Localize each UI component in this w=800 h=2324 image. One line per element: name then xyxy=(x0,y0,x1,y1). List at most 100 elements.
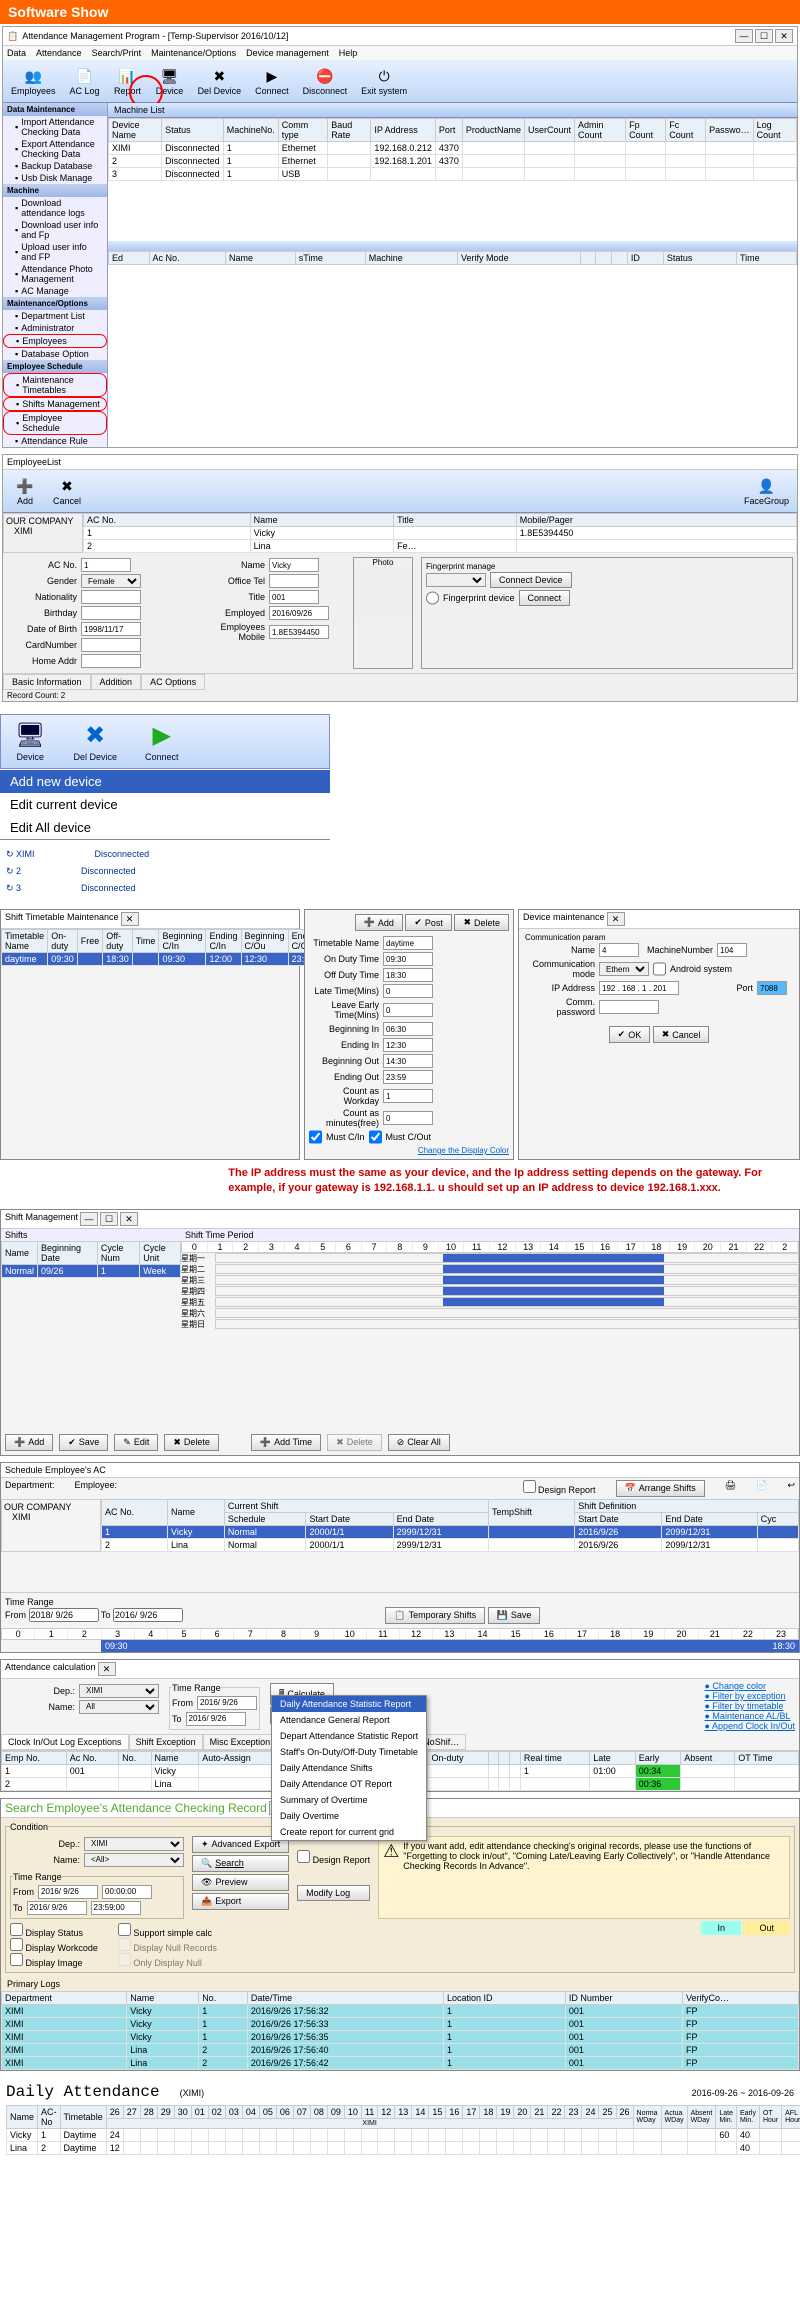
minute-input[interactable] xyxy=(383,1111,433,1125)
calc-dep-select[interactable]: XIMI xyxy=(79,1684,159,1698)
print-icon[interactable]: 🖨 xyxy=(725,1480,736,1497)
sm-deltime-button[interactable]: ✖ Delete xyxy=(327,1434,382,1451)
temp-shifts-button[interactable]: 📋 Temporary Shifts xyxy=(385,1607,485,1624)
sched-company[interactable]: OUR COMPANY xyxy=(4,1502,98,1512)
sm-clearall-button[interactable]: ⊘ Clear All xyxy=(388,1434,450,1451)
nationality-input[interactable] xyxy=(81,590,141,604)
sideitem-attendance-rule[interactable]: ▪Attendance Rule xyxy=(3,435,107,447)
change-color-link[interactable]: Change the Display Color xyxy=(418,1146,509,1155)
begout-input[interactable] xyxy=(383,1054,433,1068)
report-menu-item[interactable]: Summary of Overtime xyxy=(272,1792,426,1808)
homeaddr-input[interactable] xyxy=(81,654,141,668)
search-row[interactable]: XIMILina22016/9/26 17:56:421001FP xyxy=(2,2056,799,2069)
title-input[interactable] xyxy=(269,590,319,604)
employed-input[interactable] xyxy=(269,606,329,620)
sideitem-download-attendance-logs[interactable]: ▪Download attendance logs xyxy=(3,197,107,219)
tb-exit-system[interactable]: ⏻Exit system xyxy=(355,64,413,98)
machnum-input[interactable] xyxy=(717,943,747,957)
sideitem-maintenance-timetables[interactable]: ▪Maintenance Timetables xyxy=(3,373,107,397)
search-dep-select[interactable]: XIMI xyxy=(84,1837,184,1851)
mlcol[interactable]: Status xyxy=(162,119,224,142)
design-report-checkbox[interactable] xyxy=(523,1480,536,1493)
simple-calc-checkbox[interactable] xyxy=(118,1923,131,1936)
tb-employees[interactable]: 👥Employees xyxy=(5,64,62,98)
menu-edit-current-device[interactable]: Edit current device xyxy=(0,793,330,816)
sideitem-employees[interactable]: ▪Employees xyxy=(3,334,107,348)
search-row[interactable]: XIMIVicky12016/9/26 17:56:321001FP xyxy=(2,2004,799,2017)
calc-tab[interactable]: Clock In/Out Log Exceptions xyxy=(1,1734,129,1750)
sched-companysub[interactable]: XIMI xyxy=(4,1512,98,1522)
search-from-date[interactable] xyxy=(38,1885,98,1899)
android-checkbox[interactable] xyxy=(653,962,666,976)
empmob-input[interactable] xyxy=(269,625,329,639)
sched-save-button[interactable]: 💾 Save xyxy=(488,1607,541,1624)
shift-post-button[interactable]: ✔Post xyxy=(405,914,452,931)
menu-help[interactable]: Help xyxy=(339,48,358,58)
right-link[interactable]: ● Filter by timetable xyxy=(705,1701,784,1711)
officetel-input[interactable] xyxy=(269,574,319,588)
right-link[interactable]: ● Maintenance AL/BL xyxy=(705,1711,791,1721)
search-to-date[interactable] xyxy=(27,1901,87,1915)
sm-save-button[interactable]: ✔ Save xyxy=(59,1434,108,1451)
connect-bigbutton[interactable]: ▶Connect xyxy=(131,715,193,768)
report-menu-item[interactable]: Daily Attendance OT Report xyxy=(272,1776,426,1792)
tb-connect[interactable]: ▶Connect xyxy=(249,64,295,98)
connect-device-button[interactable]: Connect Device xyxy=(490,572,572,588)
mlcol[interactable]: Log Count xyxy=(753,119,796,142)
mlcol[interactable]: IP Address xyxy=(371,119,436,142)
design-report-checkbox2[interactable] xyxy=(297,1850,310,1863)
mlcol[interactable]: Comm type xyxy=(278,119,327,142)
sm-row[interactable]: Normal09/261Week xyxy=(2,1264,181,1277)
sm-edit-button[interactable]: ✎ Edit xyxy=(114,1434,158,1451)
facegroup-button[interactable]: 👤FaceGroup xyxy=(738,474,795,508)
report-menu-item[interactable]: Create report for current grid xyxy=(272,1824,426,1840)
export-button[interactable]: 📤 Export xyxy=(192,1893,289,1910)
workday-input[interactable] xyxy=(383,1089,433,1103)
sched-row[interactable]: 2LinaNormal2000/1/12999/12/312016/9/2620… xyxy=(102,1538,799,1551)
mlcol[interactable]: Fp Count xyxy=(626,119,666,142)
mlcol[interactable]: Fc Count xyxy=(666,119,706,142)
minimize-button[interactable]: — xyxy=(735,29,753,43)
company-tree-root[interactable]: OUR COMPANY xyxy=(6,516,80,526)
ip-input[interactable] xyxy=(599,981,679,995)
doc-icon[interactable]: 📄 xyxy=(756,1480,767,1497)
menu-attendance[interactable]: Attendance xyxy=(36,48,82,58)
exit-icon[interactable]: ↩ xyxy=(787,1480,795,1497)
dob-input[interactable] xyxy=(81,622,141,636)
device-bigbutton[interactable]: 🖥Device xyxy=(1,715,59,768)
sideitem-upload-user-info-and-fp[interactable]: ▪Upload user info and FP xyxy=(3,241,107,263)
mlcol[interactable]: UserCount xyxy=(524,119,574,142)
offduty-input[interactable] xyxy=(383,968,433,982)
sideitem-administrator[interactable]: ▪Administrator xyxy=(3,322,107,334)
devmaint-ok-button[interactable]: ✔ OK xyxy=(609,1026,651,1043)
primary-logs-tab[interactable]: Primary Logs xyxy=(1,1977,799,1991)
menu-devmgmt[interactable]: Device management xyxy=(246,48,329,58)
sched-to-input[interactable] xyxy=(113,1608,183,1622)
fp-device-radio[interactable] xyxy=(426,591,439,605)
search-from-time[interactable] xyxy=(102,1885,152,1899)
preview-button[interactable]: 👁 Preview xyxy=(192,1874,289,1891)
search-to-time[interactable] xyxy=(91,1901,141,1915)
menu-add-new-device[interactable]: Add new device xyxy=(0,769,330,793)
report-menu-item[interactable]: Daily Attendance Statistic Report xyxy=(272,1696,426,1712)
close-button[interactable]: ✕ xyxy=(775,29,793,43)
mlcol[interactable]: ProductName xyxy=(462,119,524,142)
calc-name-select[interactable]: All xyxy=(79,1700,159,1714)
tab-addition[interactable]: Addition xyxy=(91,674,142,690)
devname-input[interactable] xyxy=(599,943,639,957)
calc-close-button[interactable]: ✕ xyxy=(98,1662,116,1676)
mlcol[interactable]: Admin Count xyxy=(574,119,625,142)
tname-input[interactable] xyxy=(383,936,433,950)
report-menu-item[interactable]: Daily Overtime xyxy=(272,1808,426,1824)
endin-input[interactable] xyxy=(383,1038,433,1052)
mustcout-checkbox[interactable] xyxy=(369,1130,382,1144)
cancel-employee-button[interactable]: ✖Cancel xyxy=(47,474,87,508)
maximize-button[interactable]: ☐ xyxy=(755,29,773,43)
tb-report[interactable]: 📊Report xyxy=(108,64,148,98)
tb-del-device[interactable]: ✖Del Device xyxy=(192,64,248,98)
deldevice-bigbutton[interactable]: ✖Del Device xyxy=(59,715,131,768)
devmaint-close-button[interactable]: ✕ xyxy=(607,912,625,926)
tb-device[interactable]: 🖥Device xyxy=(150,64,190,98)
modify-log-button[interactable]: Modify Log xyxy=(297,1885,370,1901)
ml-row[interactable]: 2Disconnected1Ethernet192.168.1.2014370 xyxy=(109,155,797,168)
